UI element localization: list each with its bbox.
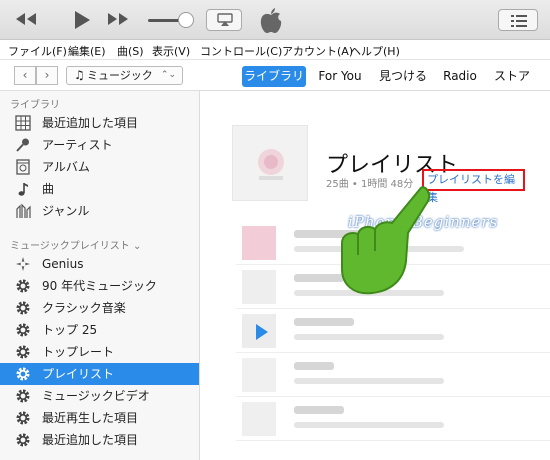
tab-for-you[interactable]: For You bbox=[312, 66, 368, 87]
play-icon[interactable] bbox=[72, 9, 92, 36]
sidebar-item-artists[interactable]: アーティスト bbox=[0, 134, 199, 156]
menu-help[interactable]: ヘルプ(H) bbox=[350, 43, 400, 59]
sidebar-item-genres[interactable]: ジャンル bbox=[0, 200, 199, 222]
airplay-button[interactable] bbox=[206, 9, 242, 31]
rewind-icon[interactable] bbox=[14, 9, 38, 34]
menu-bar: ファイル(F) 編集(E) 曲(S) 表示(V) コントロール(C) アカウント… bbox=[0, 40, 550, 60]
library-section-header: ライブラリ bbox=[10, 100, 60, 111]
sidebar-item-classical[interactable]: クラシック音楽 bbox=[0, 297, 199, 319]
menu-edit[interactable]: 編集(E) bbox=[68, 43, 106, 59]
volume-knob[interactable] bbox=[178, 12, 194, 28]
track-row[interactable] bbox=[236, 397, 550, 441]
sidebar-item-label: 最近追加した項目 bbox=[42, 433, 139, 447]
sidebar-item-label: 最近追加した項目 bbox=[42, 116, 139, 130]
sidebar-item-label: トップレート bbox=[42, 345, 115, 359]
sidebar-item-playlist[interactable]: プレイリスト bbox=[0, 363, 199, 385]
navigation-bar: ‹ › ♫ ミュージック ⌃⌄ ライブラリ For You 見つける Radio… bbox=[0, 61, 550, 91]
track-row[interactable] bbox=[236, 353, 550, 397]
gear-icon bbox=[16, 301, 30, 315]
gear-icon bbox=[16, 323, 30, 337]
microphone-icon bbox=[16, 138, 29, 152]
back-button[interactable]: ‹ bbox=[14, 66, 36, 85]
recent-grid-icon bbox=[15, 115, 31, 131]
tab-browse[interactable]: 見つける bbox=[374, 66, 432, 87]
sidebar-item-label: Genius bbox=[42, 257, 84, 271]
menu-view[interactable]: 表示(V) bbox=[152, 43, 190, 59]
sidebar-item-music-videos[interactable]: ミュージックビデオ bbox=[0, 385, 199, 407]
sidebar-item-label: ミュージックビデオ bbox=[42, 389, 150, 403]
chevron-updown-icon: ⌃⌄ bbox=[160, 70, 176, 80]
sidebar-item-label: 最近再生した項目 bbox=[42, 411, 139, 425]
forward-button[interactable]: › bbox=[36, 66, 58, 85]
tab-radio[interactable]: Radio bbox=[438, 66, 482, 87]
edit-playlist-link[interactable]: プレイリストを編集 bbox=[422, 169, 525, 204]
sidebar-item-label: 90 年代ミュージック bbox=[42, 279, 157, 293]
sidebar-item-top-25[interactable]: トップ 25 bbox=[0, 319, 199, 341]
menu-file[interactable]: ファイル(F) bbox=[8, 43, 67, 59]
gear-icon bbox=[16, 411, 30, 425]
sidebar-item-90s-music[interactable]: 90 年代ミュージック bbox=[0, 275, 199, 297]
track-row[interactable] bbox=[236, 309, 550, 353]
sidebar-item-label: アーティスト bbox=[42, 138, 113, 152]
sidebar-item-recently-played[interactable]: 最近再生した項目 bbox=[0, 407, 199, 429]
album-icon bbox=[16, 159, 30, 175]
sidebar-item-genius[interactable]: Genius bbox=[0, 253, 199, 275]
menu-account[interactable]: アカウント(A) bbox=[282, 43, 353, 59]
menu-song[interactable]: 曲(S) bbox=[117, 43, 144, 59]
playlist-artwork bbox=[232, 125, 308, 201]
media-selector[interactable]: ♫ ミュージック ⌃⌄ bbox=[66, 66, 183, 85]
music-note-icon: ♫ bbox=[74, 68, 85, 82]
pointing-hand-icon bbox=[341, 186, 430, 295]
sidebar-item-label: アルバム bbox=[42, 160, 90, 174]
sidebar-item-label: ジャンル bbox=[42, 204, 90, 218]
gear-icon bbox=[16, 367, 30, 381]
sidebar-item-label: トップ 25 bbox=[42, 323, 98, 337]
gear-icon bbox=[16, 279, 30, 293]
chevron-down-icon: ⌄ bbox=[133, 241, 142, 252]
playlists-section-header[interactable]: ミュージックプレイリスト ⌄ bbox=[10, 237, 141, 252]
sidebar-item-label: クラシック音楽 bbox=[42, 301, 126, 315]
list-icon bbox=[511, 15, 527, 27]
sidebar-item-albums[interactable]: アルバム bbox=[0, 156, 199, 178]
music-note-icon bbox=[18, 183, 28, 196]
fast-forward-icon[interactable] bbox=[106, 9, 130, 34]
gear-icon bbox=[16, 389, 30, 403]
media-selector-label: ミュージック bbox=[87, 69, 153, 82]
genre-icon bbox=[16, 203, 31, 218]
up-next-button[interactable] bbox=[498, 9, 538, 31]
sidebar-item-label: 曲 bbox=[42, 182, 55, 196]
gear-icon bbox=[16, 433, 30, 447]
sidebar-item-top-rated[interactable]: トップレート bbox=[0, 341, 199, 363]
tab-library[interactable]: ライブラリ bbox=[242, 66, 306, 87]
airplay-icon bbox=[217, 13, 233, 26]
sidebar: ライブラリ 最近追加した項目 アーティスト アルバム 曲 ジャンル ミュージック… bbox=[0, 91, 200, 460]
tab-store[interactable]: ストア bbox=[490, 66, 534, 87]
player-toolbar bbox=[0, 0, 550, 40]
play-indicator-icon bbox=[256, 324, 268, 340]
sidebar-item-recently-added-playlist[interactable]: 最近追加した項目 bbox=[0, 429, 199, 451]
sidebar-item-recently-added[interactable]: 最近追加した項目 bbox=[0, 112, 199, 134]
sidebar-item-label: プレイリスト bbox=[42, 367, 115, 381]
main-content: プレイリスト 25曲 • 1時間 48分 プレイリストを編集 iPhone Be… bbox=[200, 91, 550, 460]
menu-controls[interactable]: コントロール(C) bbox=[200, 43, 282, 59]
genius-icon bbox=[16, 257, 30, 271]
gear-icon bbox=[16, 345, 30, 359]
sidebar-item-songs[interactable]: 曲 bbox=[0, 178, 199, 200]
apple-logo bbox=[258, 6, 284, 39]
